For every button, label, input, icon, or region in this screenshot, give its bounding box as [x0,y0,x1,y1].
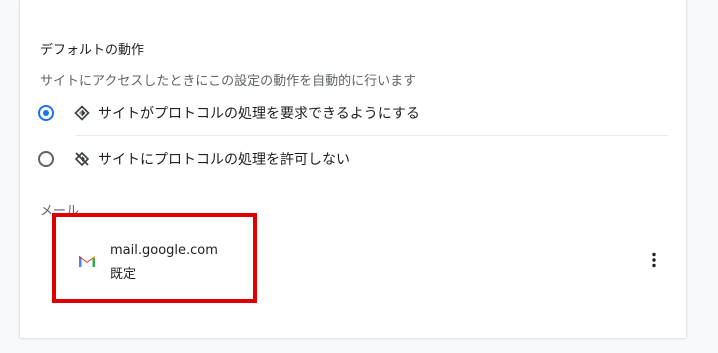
radio-button-allow[interactable] [38,105,54,121]
highlight-box [52,213,257,303]
section-title: デフォルトの動作 [40,43,145,58]
more-vert-icon [652,252,656,268]
more-actions-button[interactable] [642,248,666,272]
settings-page: デフォルトの動作 サイトにアクセスしたときにこの設定の動作を自動的に行います サ… [0,0,718,353]
radio-option-block[interactable]: サイトにプロトコルの処理を許可しない [38,147,350,171]
protocol-handler-icon [74,105,90,121]
radio-option-allow[interactable]: サイトがプロトコルの処理を要求できるようにする [38,101,420,125]
protocol-handler-off-icon [74,151,90,167]
radio-button-block[interactable] [38,151,54,167]
radio-option-block-label: サイトにプロトコルの処理を許可しない [98,152,350,168]
section-description: サイトにアクセスしたときにこの設定の動作を自動的に行います [40,74,417,89]
radio-option-allow-label: サイトがプロトコルの処理を要求できるようにする [98,106,420,122]
divider [76,135,668,136]
